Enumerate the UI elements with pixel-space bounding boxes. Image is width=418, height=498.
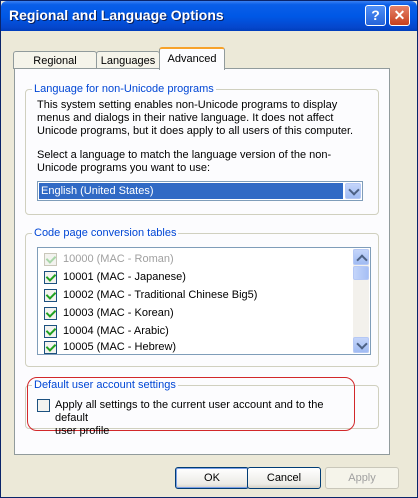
help-button[interactable]: ? [365,5,386,26]
tab-advanced[interactable]: Advanced [159,47,225,70]
list-item-label: 10004 (MAC - Arabic) [63,325,169,337]
dialog-window: Regional and Language Options ? ✕ Region… [0,0,418,498]
list-item-checkbox[interactable] [44,341,57,354]
list-item-checkbox[interactable] [44,307,57,320]
list-scrollbar[interactable] [353,249,369,353]
code-page-list[interactable]: 10000 (MAC - Roman) 10001 (MAC - Japanes… [37,247,371,355]
list-item-label: 10001 (MAC - Japanese) [63,271,186,283]
select-language-prompt: Select a language to match the language … [37,149,332,174]
window-title: Regional and Language Options [9,7,224,23]
list-item-label: 10003 (MAC - Korean) [63,307,174,319]
apply-default-user-checkbox[interactable] [37,399,50,412]
tab-languages[interactable]: Languages [96,51,160,69]
non-unicode-group-label: Language for non-Unicode programs [32,82,216,96]
apply-default-user-label-line2: user profile [55,425,110,437]
list-item-label: 10000 (MAC - Roman) [63,253,174,265]
close-button[interactable]: ✕ [389,5,410,26]
apply-button[interactable]: Apply [325,467,399,489]
cancel-button[interactable]: Cancel [247,467,321,489]
list-item-label: 10002 (MAC - Traditional Chinese Big5) [63,289,258,301]
list-item-checkbox[interactable] [44,271,57,284]
selected-language: English (United States) [39,183,343,199]
list-item-checkbox[interactable] [44,253,57,266]
list-item[interactable]: 10001 (MAC - Japanese) [38,268,348,286]
list-item[interactable]: 10000 (MAC - Roman) [38,250,348,268]
chevron-down-icon [348,184,360,196]
code-page-group-label: Code page conversion tables [32,226,179,240]
scroll-down-button[interactable] [353,337,369,353]
list-item[interactable]: 10005 (MAC - Hebrew) [38,338,348,356]
list-item[interactable]: 10003 (MAC - Korean) [38,304,348,322]
ok-button[interactable]: OK [175,467,249,489]
list-item-checkbox[interactable] [44,289,57,302]
non-unicode-description: This system setting enables non-Unicode … [37,99,354,137]
list-item-label: 10005 (MAC - Hebrew) [63,341,177,353]
dropdown-button[interactable] [345,183,361,199]
title-bar[interactable]: Regional and Language Options ? ✕ [1,1,417,31]
scroll-thumb[interactable] [353,266,369,280]
scroll-up-button[interactable] [353,249,369,266]
chevron-down-icon [356,338,368,350]
chevron-up-icon [356,254,368,266]
apply-default-user-label-line1: Apply all settings to the current user a… [55,399,324,424]
list-item[interactable]: 10002 (MAC - Traditional Chinese Big5) [38,286,348,304]
apply-default-user-label: Apply all settings to the current user a… [55,399,355,438]
tab-regional-options[interactable]: Regional Options [13,51,97,85]
list-item-checkbox[interactable] [44,325,57,338]
non-unicode-language-select[interactable]: English (United States) [37,181,363,201]
